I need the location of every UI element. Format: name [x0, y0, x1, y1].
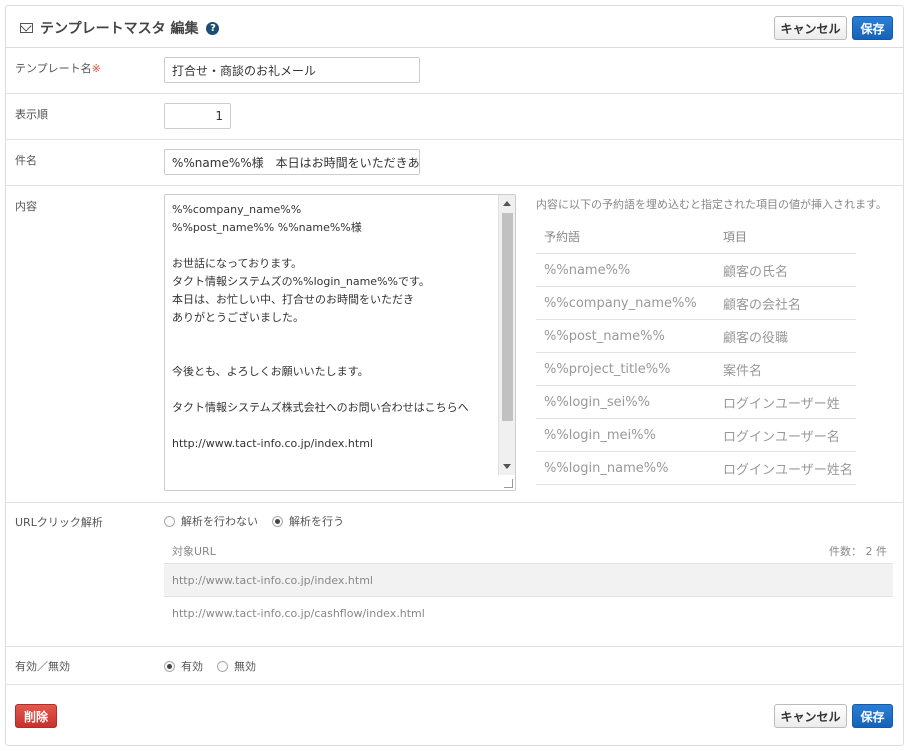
row-content: 内容 %%company_name%% %%post_name%% %%name…: [6, 186, 903, 503]
reserved-table-header: 予約語 項目: [536, 219, 856, 254]
reserved-words-table: 予約語 項目 %%name%% 顧客の氏名 %%company_name%% 顧…: [536, 219, 856, 485]
cancel-button-top[interactable]: キャンセル: [774, 16, 847, 40]
radio-do-analysis-label: 解析を行う: [289, 515, 344, 528]
reserved-word: %%project_title%%: [544, 361, 671, 377]
panel-header: テンプレートマスタ 編集 ? キャンセル 保存: [6, 6, 903, 48]
reserved-word: %%login_mei%%: [544, 427, 656, 443]
reserved-words-hint: 内容に以下の予約語を埋め込むと指定された項目の値が挿入されます。: [536, 198, 887, 211]
reserved-item: 顧客の役職: [723, 330, 789, 346]
reserved-header-word: 予約語: [544, 229, 581, 244]
delete-button[interactable]: 削除: [15, 704, 57, 728]
subject-input[interactable]: %%name%%様 本日はお時間をいただきありがとうございました: [164, 149, 420, 175]
reserved-word: %%company_name%%: [544, 295, 697, 311]
reserved-item: ログインユーザー姓名: [723, 462, 853, 478]
radio-no-analysis-dot[interactable]: [164, 515, 175, 527]
radio-enabled-dot[interactable]: [164, 660, 175, 672]
url-analysis-label: URLクリック解析: [15, 516, 103, 529]
list-item: http://www.tact-info.co.jp/cashflow/inde…: [164, 596, 893, 629]
url-analysis-radio-group: 解析を行わない 解析を行う: [164, 513, 358, 529]
reserved-item: 顧客の氏名: [723, 264, 789, 280]
target-url-header: 対象URL: [172, 545, 216, 558]
radio-disabled-label: 無効: [234, 660, 256, 673]
radio-disabled-dot[interactable]: [217, 660, 228, 672]
radio-enabled[interactable]: 有効: [164, 658, 203, 674]
table-row: %%project_title%% 案件名: [536, 353, 856, 386]
table-row: %%login_name%% ログインユーザー姓名: [536, 452, 856, 485]
row-subject: 件名 %%name%%様 本日はお時間をいただきありがとうございました: [6, 140, 903, 186]
reserved-item: ログインユーザー姓: [723, 396, 840, 412]
template-name-label-text: テンプレート名: [15, 62, 92, 75]
template-name-label: テンプレート名※: [15, 60, 101, 76]
content-label: 内容: [15, 200, 37, 213]
save-button-top[interactable]: 保存: [852, 16, 893, 40]
page-title: テンプレートマスタ 編集 ?: [20, 18, 220, 38]
radio-no-analysis-label: 解析を行わない: [181, 515, 258, 528]
row-order: 表示順 1: [6, 94, 903, 140]
row-template-name: テンプレート名※ 打合せ・商談のお礼メール: [6, 48, 903, 94]
template-name-input[interactable]: 打合せ・商談のお礼メール: [164, 57, 420, 83]
resize-grip-icon[interactable]: [504, 479, 513, 488]
save-button-bottom[interactable]: 保存: [852, 704, 893, 728]
table-row: %%login_mei%% ログインユーザー名: [536, 419, 856, 452]
radio-no-analysis[interactable]: 解析を行わない: [164, 513, 258, 529]
reserved-word: %%login_name%%: [544, 460, 669, 476]
page-title-text: テンプレートマスタ 編集: [40, 21, 199, 37]
enabled-radio-group: 有効 無効: [164, 658, 270, 674]
radio-do-analysis-dot[interactable]: [272, 515, 283, 527]
row-url-analysis: URLクリック解析 解析を行わない 解析を行う 対象URL 件数： 2 件 ht…: [6, 503, 903, 647]
order-input[interactable]: 1: [164, 103, 231, 129]
reserved-item: 顧客の会社名: [723, 297, 802, 313]
list-item: http://www.tact-info.co.jp/index.html: [164, 563, 893, 596]
radio-enabled-label: 有効: [181, 660, 203, 673]
radio-disabled[interactable]: 無効: [217, 658, 256, 674]
reserved-item: ログインユーザー名: [723, 429, 840, 445]
required-mark: ※: [91, 62, 101, 75]
template-edit-panel: テンプレートマスタ 編集 ? キャンセル 保存 テンプレート名※ 打合せ・商談の…: [5, 5, 904, 746]
subject-label: 件名: [15, 154, 37, 167]
help-icon[interactable]: ?: [206, 21, 220, 35]
reserved-item: 案件名: [723, 363, 763, 379]
content-textarea[interactable]: %%company_name%% %%post_name%% %%name%%様…: [164, 194, 516, 491]
scroll-up-icon[interactable]: [503, 201, 511, 206]
scroll-down-icon[interactable]: [503, 464, 511, 469]
scroll-thumb[interactable]: [502, 213, 513, 421]
table-row: %%name%% 顧客の氏名: [536, 254, 856, 287]
content-scrollbar[interactable]: [498, 195, 515, 475]
cancel-button-bottom[interactable]: キャンセル: [774, 704, 847, 728]
reserved-header-item: 項目: [723, 229, 748, 244]
row-enabled: 有効／無効 有効 無効: [6, 647, 903, 685]
table-row: %%login_sei%% ログインユーザー姓: [536, 386, 856, 419]
reserved-word: %%post_name%%: [544, 328, 665, 344]
order-label: 表示順: [15, 108, 48, 121]
url-count: 件数： 2 件: [829, 545, 887, 558]
enabled-label: 有効／無効: [15, 660, 70, 673]
radio-do-analysis[interactable]: 解析を行う: [272, 513, 344, 529]
table-row: %%company_name%% 顧客の会社名: [536, 287, 856, 320]
table-row: %%post_name%% 顧客の役職: [536, 320, 856, 353]
content-text: %%company_name%% %%post_name%% %%name%%様…: [172, 203, 469, 450]
reserved-word: %%name%%: [544, 262, 631, 278]
reserved-word: %%login_sei%%: [544, 394, 650, 410]
mail-icon: [20, 23, 33, 33]
